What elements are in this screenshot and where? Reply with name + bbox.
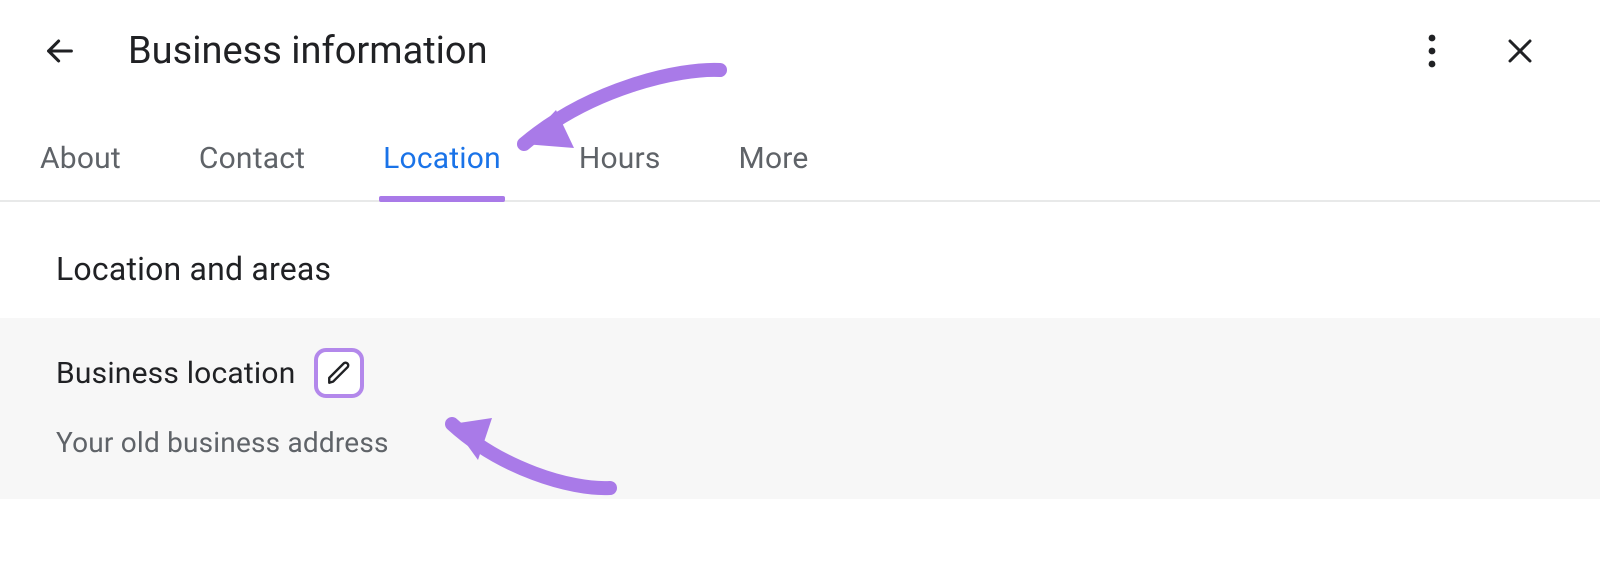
more-vert-icon xyxy=(1428,34,1436,68)
header-bar: Business information xyxy=(0,0,1600,80)
arrow-left-icon xyxy=(43,34,77,68)
tab-hours[interactable]: Hours xyxy=(575,141,665,200)
more-options-button[interactable] xyxy=(1408,27,1456,75)
page-title: Business information xyxy=(128,29,488,73)
business-location-label: Business location xyxy=(56,356,296,391)
close-icon xyxy=(1505,36,1535,66)
tab-contact[interactable]: Contact xyxy=(195,141,309,200)
section-heading: Location and areas xyxy=(0,202,1600,318)
tab-location[interactable]: Location xyxy=(379,141,505,200)
tab-more[interactable]: More xyxy=(735,141,813,200)
tab-about[interactable]: About xyxy=(36,141,125,200)
pencil-icon xyxy=(326,360,352,386)
close-button[interactable] xyxy=(1496,27,1544,75)
business-location-row-title: Business location xyxy=(56,348,1544,398)
tabs: About Contact Location Hours More xyxy=(0,124,1600,202)
business-location-value: Your old business address xyxy=(56,426,1544,459)
header-actions xyxy=(1408,27,1564,75)
back-button[interactable] xyxy=(36,27,84,75)
business-location-card[interactable]: Business location Your old business addr… xyxy=(0,318,1600,499)
edit-business-location-button[interactable] xyxy=(314,348,364,398)
